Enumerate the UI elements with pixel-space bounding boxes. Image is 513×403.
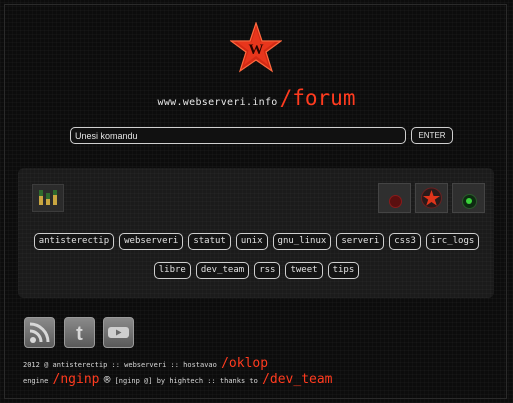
equalizer-icon — [39, 190, 57, 205]
youtube-icon — [108, 327, 129, 338]
tag-unix[interactable]: unix — [235, 233, 268, 250]
red-dot-icon — [389, 195, 402, 208]
tag-tips[interactable]: tips — [327, 262, 360, 279]
svg-text:t: t — [76, 323, 83, 345]
tag-irc-logs[interactable]: irc_logs — [425, 233, 480, 250]
rss-icon — [29, 322, 50, 343]
tag-libre[interactable]: libre — [153, 262, 191, 279]
star-icon — [421, 187, 442, 209]
registered-mark: ® — [103, 373, 111, 386]
tag-gnu-linux[interactable]: gnu_linux — [272, 233, 332, 250]
footer-thanks: [nginp @] by hightech :: thanks to — [114, 377, 258, 385]
tag-statut[interactable]: statut — [188, 233, 231, 250]
logo-star-icon[interactable]: W — [230, 22, 282, 74]
tag-row-1: antisterectip webserveri statut unix gnu… — [0, 233, 513, 250]
svg-text:W: W — [249, 42, 264, 58]
dev-team-link[interactable]: /dev_team — [262, 372, 332, 387]
rss-button[interactable] — [24, 317, 55, 348]
footer-line-1: 2012 @ antisterectip :: webserveri :: ho… — [23, 356, 268, 371]
equalizer-button[interactable] — [32, 184, 64, 212]
record-button[interactable] — [378, 183, 411, 213]
twitter-button[interactable]: t — [64, 317, 95, 348]
section-link[interactable]: /forum — [280, 86, 356, 110]
oklop-link[interactable]: /oklop — [221, 356, 268, 371]
tag-tweet[interactable]: tweet — [285, 262, 323, 279]
footer-line-2: engine /nginp ® [nginp @] by hightech ::… — [23, 372, 333, 387]
youtube-button[interactable] — [103, 317, 134, 348]
tag-dev-team[interactable]: dev_team — [195, 262, 250, 279]
tag-antisterectip[interactable]: antisterectip — [33, 233, 115, 250]
enter-button[interactable]: ENTER — [411, 127, 453, 144]
status-button[interactable] — [452, 183, 485, 213]
command-input[interactable] — [70, 127, 406, 144]
tag-webserveri[interactable]: webserveri — [119, 233, 184, 250]
site-title: www.webserveri.info/forum — [0, 86, 513, 110]
twitter-icon: t — [76, 323, 83, 345]
tag-css3[interactable]: css3 — [389, 233, 421, 250]
nginp-link[interactable]: /nginp — [53, 372, 100, 387]
footer-credits: 2012 @ antisterectip :: webserveri :: ho… — [23, 361, 217, 369]
star-button[interactable] — [415, 183, 448, 213]
green-led-icon — [466, 198, 472, 204]
tag-row-2: libre dev_team rss tweet tips — [0, 262, 513, 279]
tag-rss[interactable]: rss — [254, 262, 281, 279]
site-domain-link[interactable]: www.webserveri.info — [158, 97, 278, 108]
tag-serveri[interactable]: serveri — [336, 233, 385, 250]
footer-engine-label: engine — [23, 377, 49, 385]
